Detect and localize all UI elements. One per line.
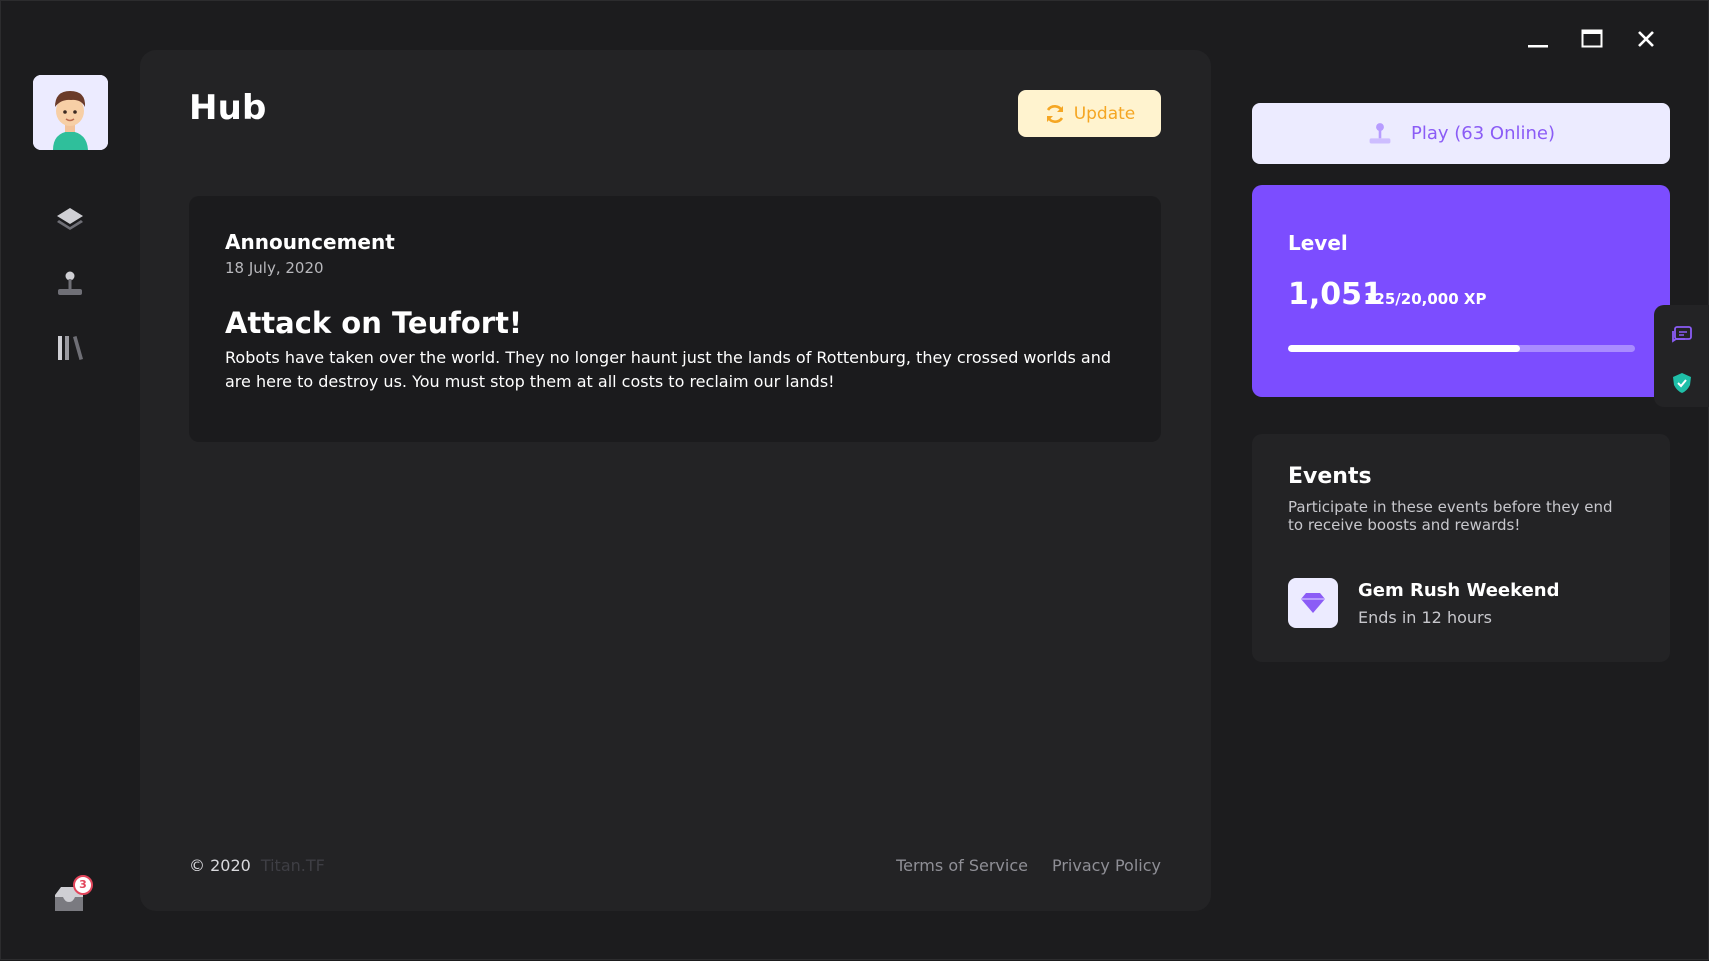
nav-play[interactable]	[51, 265, 89, 303]
user-avatar-icon	[33, 75, 108, 150]
announcement-body: Robots have taken over the world. They n…	[225, 348, 1112, 391]
library-icon	[58, 336, 83, 360]
maximize-icon	[1581, 29, 1603, 48]
events-title: Events	[1288, 464, 1372, 489]
minimize-button[interactable]	[1526, 27, 1550, 51]
close-button[interactable]	[1634, 27, 1658, 51]
events-subtitle: Participate in these events before they …	[1288, 498, 1613, 534]
play-button[interactable]: Play (63 Online)	[1252, 103, 1670, 164]
page-title: Hub	[189, 88, 267, 128]
announcement-date: 18 July, 2020	[225, 259, 324, 277]
chat-button[interactable]	[1668, 322, 1696, 350]
update-button[interactable]: Update	[1018, 90, 1161, 137]
main-panel: Hub Update Announcement 18 July, 2020 At…	[140, 50, 1211, 911]
xp-progress-fill	[1288, 345, 1521, 352]
announcement-card: Announcement 18 July, 2020 Attack on Teu…	[189, 196, 1161, 442]
level-xp: 125/20,000 XP	[1364, 290, 1487, 308]
level-label: Level	[1288, 231, 1348, 255]
event-name: Gem Rush Weekend	[1358, 580, 1560, 601]
brand-link[interactable]: Titan.TF	[261, 856, 325, 875]
verified-button[interactable]	[1668, 369, 1696, 397]
shield-check-icon	[1673, 373, 1691, 393]
announcement-label: Announcement	[225, 230, 395, 254]
copyright-text: © 2020	[189, 856, 251, 875]
terms-of-service-link[interactable]: Terms of Service	[896, 856, 1028, 875]
chat-icon	[1672, 326, 1692, 343]
avatar[interactable]	[33, 75, 108, 150]
close-icon	[1638, 31, 1654, 47]
notification-badge: 3	[73, 875, 93, 895]
events-card: Events Participate in these events befor…	[1252, 434, 1670, 662]
gem-icon	[1301, 593, 1325, 613]
level-card: Level 1,051 125/20,000 XP	[1252, 185, 1670, 397]
refresh-icon	[1046, 104, 1063, 123]
app-window: 3 Hub Update Announcement 18 July, 2020 …	[0, 0, 1709, 960]
event-item[interactable]: Gem Rush Weekend Ends in 12 hours	[1288, 578, 1638, 630]
footer-links: Terms of Service Privacy Policy	[896, 856, 1161, 875]
inbox-button[interactable]: 3	[51, 875, 93, 915]
side-tools	[1654, 305, 1709, 407]
sidebar: 3	[1, 1, 139, 961]
play-label: Play (63 Online)	[1411, 123, 1555, 144]
event-time: Ends in 12 hours	[1358, 608, 1492, 627]
window-controls	[1526, 27, 1658, 51]
nav-layers[interactable]	[51, 200, 89, 238]
nav-library[interactable]	[51, 329, 89, 367]
footer-copyright: © 2020 Titan.TF	[189, 856, 325, 875]
layers-icon	[57, 208, 83, 230]
joystick-icon	[58, 271, 82, 295]
event-icon-tile	[1288, 578, 1338, 628]
minimize-icon	[1528, 45, 1548, 48]
privacy-policy-link[interactable]: Privacy Policy	[1052, 856, 1161, 875]
update-label: Update	[1073, 103, 1136, 124]
xp-progress-bar	[1288, 345, 1635, 352]
joystick-icon	[1369, 122, 1391, 144]
maximize-button[interactable]	[1580, 27, 1604, 51]
announcement-title: Attack on Teufort!	[225, 306, 523, 340]
